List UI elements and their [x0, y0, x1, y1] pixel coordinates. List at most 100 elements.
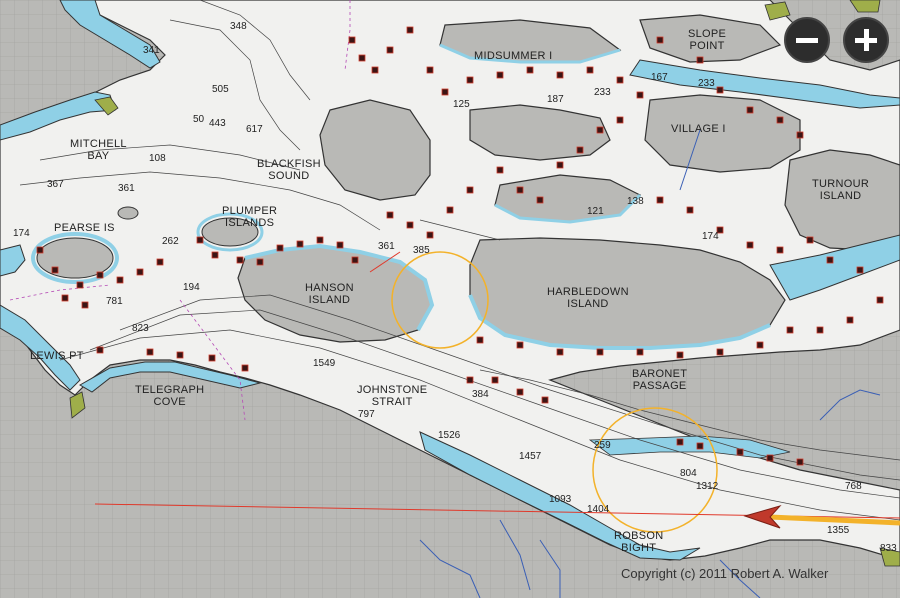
depth-sounding: 804 [680, 468, 697, 479]
hazard-marker [816, 326, 824, 334]
depth-sounding: 262 [162, 236, 179, 247]
hazard-marker [536, 196, 544, 204]
hazard-marker [236, 256, 244, 264]
depth-sounding: 1404 [587, 504, 610, 515]
depth-sounding: 1355 [827, 525, 850, 536]
hazard-marker [36, 246, 44, 254]
hazard-marker [796, 458, 804, 466]
hazard-marker [406, 26, 414, 34]
hazard-marker [81, 301, 89, 309]
hazard-marker [656, 36, 664, 44]
hazard-marker [686, 206, 694, 214]
hazard-marker [556, 348, 564, 356]
hazard-marker [61, 294, 69, 302]
hazard-marker [208, 354, 216, 362]
label-johnstone: JOHNSTONE STRAIT [357, 384, 428, 408]
zoom-in-button[interactable] [843, 17, 889, 63]
depth-sounding: 361 [378, 241, 395, 252]
hazard-marker [696, 56, 704, 64]
hazard-marker [676, 438, 684, 446]
label-pearse: PEARSE IS [54, 222, 115, 234]
hazard-marker [516, 186, 524, 194]
hazard-marker [348, 36, 356, 44]
label-robson: ROBSON BIGHT [614, 530, 664, 554]
hazard-marker [156, 258, 164, 266]
hazard-marker [256, 258, 264, 266]
depth-sounding: 1526 [438, 430, 461, 441]
hazard-marker [196, 236, 204, 244]
hazard-marker [556, 71, 564, 79]
zoom-out-button[interactable] [784, 17, 830, 63]
depth-sounding: 121 [587, 206, 604, 217]
depth-sounding: 385 [413, 245, 430, 256]
hazard-marker [466, 186, 474, 194]
label-blackfish: BLACKFISH SOUND [257, 158, 321, 182]
depth-sounding: 384 [472, 389, 489, 400]
hazard-marker [371, 66, 379, 74]
depth-sounding: 187 [547, 94, 564, 105]
label-harbledown: HARBLEDOWN ISLAND [547, 286, 629, 310]
hazard-marker [441, 88, 449, 96]
label-turnour: TURNOUR ISLAND [812, 178, 870, 202]
depth-sounding: 233 [698, 78, 715, 89]
hazard-marker [146, 348, 154, 356]
hazard-marker [846, 316, 854, 324]
depth-sounding: 617 [246, 124, 263, 135]
depth-sounding: 259 [594, 440, 611, 451]
hazard-marker [556, 161, 564, 169]
copyright-notice: Copyright (c) 2011 Robert A. Walker [621, 566, 829, 581]
hazard-marker [176, 351, 184, 359]
hazard-marker [358, 54, 366, 62]
hazard-marker [336, 241, 344, 249]
hazard-marker [386, 46, 394, 54]
hazard-marker [636, 348, 644, 356]
depth-sounding: 768 [845, 481, 862, 492]
label-plumper: PLUMPER ISLANDS [222, 205, 278, 229]
hazard-marker [466, 76, 474, 84]
depth-sounding: 1312 [696, 481, 719, 492]
label-village-i: VILLAGE I [671, 123, 726, 135]
hazard-marker [776, 246, 784, 254]
hazard-marker [386, 211, 394, 219]
depth-sounding: 174 [702, 231, 719, 242]
depth-sounding: 797 [358, 409, 375, 420]
hazard-marker [826, 256, 834, 264]
nautical-chart[interactable]: MIDSUMMER I SLOPE POINT VILLAGE I TURNOU… [0, 0, 900, 598]
depth-sounding: 443 [209, 118, 226, 129]
hazard-marker [316, 236, 324, 244]
hazard-marker [426, 66, 434, 74]
hazard-marker [596, 348, 604, 356]
hazard-marker [96, 346, 104, 354]
hazard-marker [786, 326, 794, 334]
hazard-marker [496, 71, 504, 79]
hazard-marker [476, 336, 484, 344]
hazard-marker [211, 251, 219, 259]
minus-icon [796, 37, 818, 43]
hazard-marker [766, 454, 774, 462]
depth-sounding: 233 [594, 87, 611, 98]
hazard-marker [96, 271, 104, 279]
hazard-marker [136, 268, 144, 276]
hazard-marker [746, 241, 754, 249]
depth-sounding: 1549 [313, 358, 336, 369]
label-lewis-pt: LEWIS PT [30, 350, 84, 362]
depth-sounding: 1093 [549, 494, 572, 505]
label-baronet: BARONET PASSAGE [632, 368, 688, 392]
hazard-marker [656, 196, 664, 204]
chart-base [0, 0, 900, 598]
hazard-marker [586, 66, 594, 74]
depth-sounding: 167 [651, 72, 668, 83]
hazard-marker [676, 351, 684, 359]
depth-sounding: 833 [880, 543, 897, 554]
hazard-marker [796, 131, 804, 139]
hazard-marker [51, 266, 59, 274]
hazard-marker [716, 86, 724, 94]
hazard-marker [276, 244, 284, 252]
hazard-marker [616, 76, 624, 84]
depth-sounding: 194 [183, 282, 200, 293]
hazard-marker [806, 236, 814, 244]
hazard-marker [446, 206, 454, 214]
label-telegraph-cove: TELEGRAPH COVE [135, 384, 205, 408]
hazard-marker [756, 341, 764, 349]
hazard-marker [526, 66, 534, 74]
